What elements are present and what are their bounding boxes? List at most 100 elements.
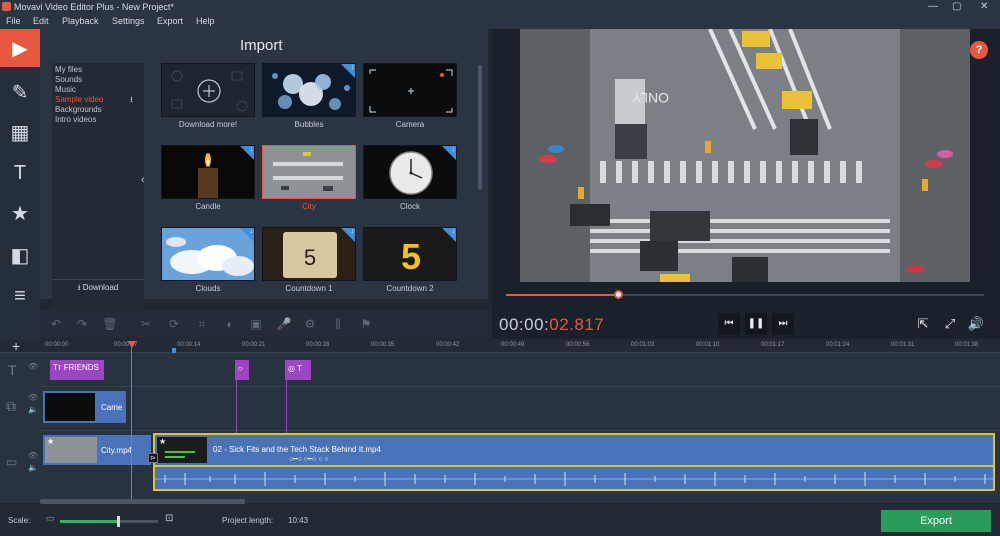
import-icon[interactable]: ▶ [0,29,40,67]
crop-icon[interactable]: ⌗ [194,316,210,332]
transitions-icon[interactable]: ▦ [0,113,40,151]
scale-fill [60,520,119,523]
timeline: T 👁 ⧉ 👁 🔈 ▭ 👁 🔈 Tт FRIENDS ○ ◎ T Came ★ … [0,353,1000,503]
zoom-out-icon[interactable]: ▭ [46,513,55,524]
menu-playback[interactable]: Playback [62,16,99,26]
rotate-icon[interactable]: ⟳ [166,316,182,332]
transition-icon[interactable]: ⊳ [148,453,158,463]
window-title: Movavi Video Editor Plus - New Project* [14,2,174,12]
next-button[interactable]: ⏭ [772,313,794,335]
timecode: 00:00:02.817 [499,315,605,334]
marker-flag-icon[interactable]: ⚑ [358,316,374,332]
menu-help[interactable]: Help [196,16,215,26]
export-button[interactable]: Export [881,510,991,532]
equalizer-icon[interactable]: ⫼ [330,316,346,332]
project-length-label: Project length: [222,516,274,525]
ruler-tick: 00:00:42 [436,342,460,348]
countdown-digit: 5 [303,245,317,270]
add-track-button[interactable]: + [12,338,20,354]
more-tools-icon[interactable]: ≡ [0,277,40,315]
thumb-label: Clock [399,202,420,211]
category-my-files[interactable]: My files [55,65,82,74]
detach-preview-icon[interactable]: ⇱ [913,314,933,334]
thumb-clouds[interactable] [161,227,255,281]
menu-settings[interactable]: Settings [112,16,145,26]
playhead-handle[interactable] [128,341,136,348]
thumb-candle[interactable] [161,145,255,199]
preview-panel: ONLY ? [492,29,1000,339]
seek-handle[interactable] [614,290,624,299]
ruler-tick: 00:01:10 [696,342,720,348]
scale-slider[interactable] [60,516,158,527]
stickers-icon[interactable]: ★ [0,194,40,232]
ruler-tick: 00:01:03 [631,342,655,348]
collapse-arrow-icon[interactable]: ‹ [141,174,145,186]
countdown-digit: 5 [400,236,422,277]
video-preview[interactable]: ONLY [520,29,970,282]
delete-icon[interactable]: 🗑 [102,316,118,332]
thumb-download-more[interactable] [161,63,255,117]
download-category-icon[interactable]: ⭳ [130,94,133,108]
thumb-camera[interactable] [363,63,457,117]
overlay-track [40,387,1000,431]
seek-bar[interactable] [506,290,984,299]
settings-icon[interactable]: ⚙ [302,316,318,332]
ruler-tick: 00:01:38 [955,342,979,348]
title-bar: Movavi Video Editor Plus - New Project* … [0,0,1000,14]
minimize-button[interactable]: — [928,1,938,12]
title-clip[interactable]: ◎ T [285,360,311,380]
category-music[interactable]: Music [55,85,76,94]
thumb-clock[interactable] [363,145,457,199]
thumb-countdown-2[interactable]: 5 [363,227,457,281]
audio-waveform[interactable] [153,467,995,491]
title-clip[interactable]: ○ [235,360,249,380]
download-badge-icon [341,64,355,78]
fullscreen-icon[interactable]: ⤢ [940,314,960,334]
previous-button[interactable]: ⏮ [718,313,740,335]
title-clip[interactable]: Tт FRIENDS [50,360,104,380]
video-clip-main[interactable]: ★ 02 - Sick Fits and the Tech Stack Behi… [153,433,995,467]
cut-icon[interactable]: ✂ [138,316,154,332]
undo-icon[interactable]: ↶ [48,316,64,332]
overlay-clip[interactable]: Came [43,391,126,423]
scale-handle[interactable] [116,516,120,527]
menu-edit[interactable]: Edit [33,16,49,26]
pause-button[interactable]: ❚❚ [745,313,767,335]
magic-wand-icon[interactable]: ✎ [0,73,40,111]
maximize-button[interactable]: ▢ [952,1,961,12]
ruler-tick: 00:00:28 [306,342,330,348]
app-logo-icon [2,2,11,11]
thumb-countdown-1[interactable]: 5 [262,227,356,281]
thumb-label: Clouds [195,284,221,293]
menu-export[interactable]: Export [157,16,183,26]
project-length-value: 10:43 [288,516,309,525]
redo-icon[interactable]: ↷ [74,316,90,332]
menu-file[interactable]: File [6,16,21,26]
callouts-icon[interactable]: ◧ [0,236,40,274]
category-sounds[interactable]: Sounds [55,75,82,84]
seek-progress [506,294,619,296]
import-scrollbar[interactable] [478,65,482,190]
category-intro-videos[interactable]: Intro videos [55,115,96,124]
video-clip-city[interactable]: ★ City.mp4 [43,435,151,465]
camera-clip-thumb [45,393,95,421]
edit-toolbar: ↶ ↷ 🗑 ✂ ⟳ ⌗ ◐ ▣ 🎤 ⚙ ⫼ ⚑ [40,310,492,338]
zoom-in-icon[interactable]: ⊡ [165,513,173,524]
ruler-tick: 00:01:31 [891,342,915,348]
download-badge-icon [341,228,355,242]
ruler-tick: 00:00:35 [371,342,395,348]
volume-icon[interactable]: 🔊 [966,314,986,334]
category-sample-video[interactable]: Sample video [55,95,103,104]
timeline-ruler[interactable]: + 00:00:00 00:00:07 00:00:14 00:00:21 00… [0,338,1000,354]
help-button[interactable]: ? [970,41,988,59]
download-button[interactable]: ⭳ Download [52,279,144,295]
clip-properties-icon[interactable]: ▣ [248,316,264,332]
titles-icon[interactable]: T [0,154,40,192]
playhead[interactable] [131,341,132,503]
thumb-bubbles[interactable] [262,63,356,117]
close-button[interactable]: ✕ [980,1,988,12]
color-adjust-icon[interactable]: ◐ [222,316,238,332]
category-backgrounds[interactable]: Backgrounds [55,105,102,114]
thumb-city[interactable] [262,145,356,199]
audio-record-icon[interactable]: 🎤 [276,316,292,332]
